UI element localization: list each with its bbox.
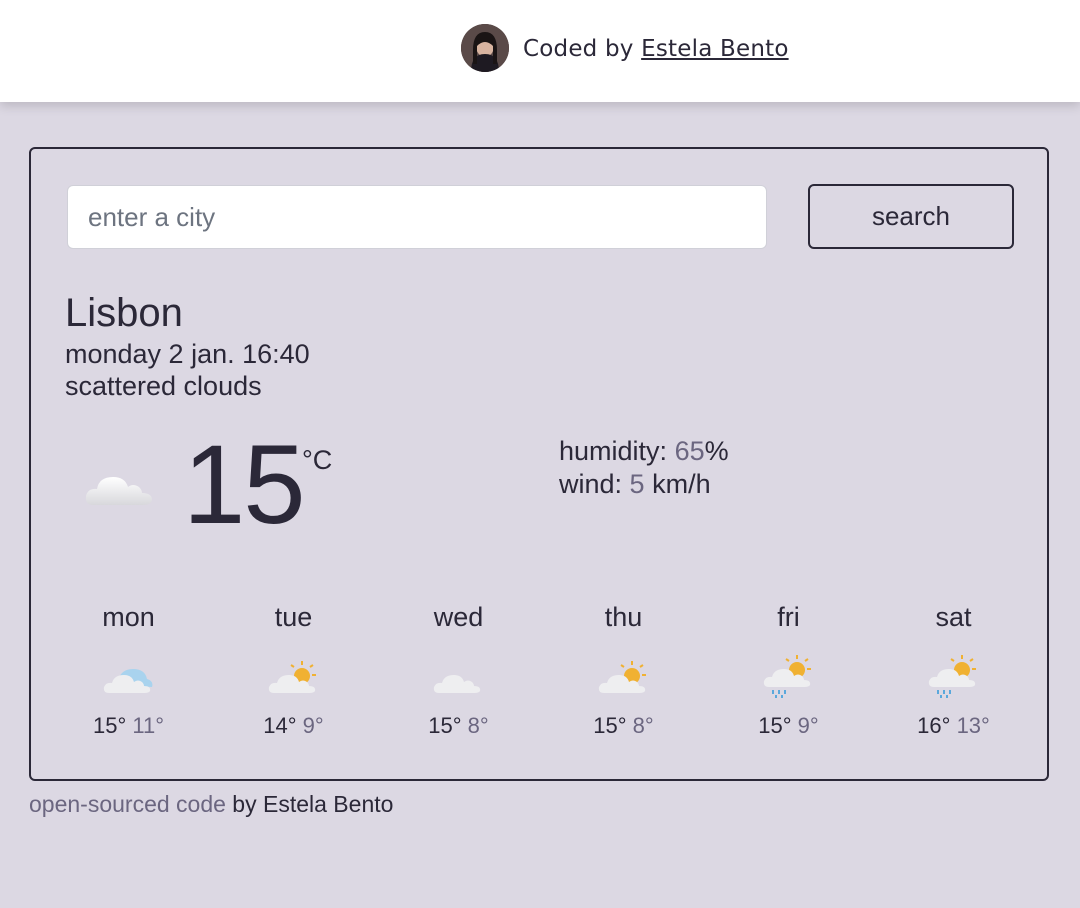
min-temp: 9° xyxy=(302,713,324,738)
weather-details: humidity: 65% wind: 5 km/h xyxy=(559,435,729,501)
cloud-icon xyxy=(433,675,480,693)
day-temps: 15° 8° xyxy=(541,713,706,739)
humidity-row: humidity: 65% xyxy=(559,435,729,468)
wind-row: wind: 5 km/h xyxy=(559,468,729,501)
search-button[interactable]: search xyxy=(808,184,1014,249)
city-name: Lisbon xyxy=(65,291,183,335)
forecast-day: fri 15° 9° xyxy=(706,599,871,749)
max-temp: 15° xyxy=(92,713,127,738)
footer-suffix: by Estela Bento xyxy=(225,791,394,817)
max-temp: 15° xyxy=(758,713,792,738)
min-temp: 8° xyxy=(467,713,489,738)
author-link[interactable]: Estela Bento xyxy=(641,36,788,62)
wind-unit: km/h xyxy=(652,469,711,499)
day-name: thu xyxy=(604,602,643,632)
sun-rain-icon xyxy=(763,655,811,698)
humidity-unit: % xyxy=(704,436,729,466)
top-bar: Coded by Estela Bento xyxy=(0,0,1080,102)
max-temp: 16° xyxy=(917,713,951,738)
forecast-day: thu 15° 8° xyxy=(541,599,706,749)
weather-card: search Lisbon monday 2 jan. 16:40 scatte… xyxy=(29,147,1049,781)
date-time: monday 2 jan. 16:40 xyxy=(65,339,310,369)
day-temps: 16° 13° xyxy=(871,713,1036,739)
cloud-icon xyxy=(85,477,152,505)
avatar xyxy=(461,24,509,72)
wind-label: wind: xyxy=(559,469,623,499)
weather-description: scattered clouds xyxy=(65,371,262,401)
forecast: mon 15° 11° tue 14° 9° wed 15° 8° thu 15… xyxy=(46,599,1036,749)
min-temp: 13° xyxy=(956,713,990,738)
day-name: mon xyxy=(102,602,155,632)
min-temp: 8° xyxy=(632,713,654,738)
credit-text: Coded by Estela Bento xyxy=(523,36,789,62)
max-temp: 14° xyxy=(263,713,297,738)
sun-cloud-icon xyxy=(268,661,316,693)
day-name: tue xyxy=(274,602,313,632)
source-code-link[interactable]: open-sourced code xyxy=(29,791,226,817)
sun-rain-icon xyxy=(928,655,976,698)
credit-prefix: Coded by xyxy=(523,36,634,62)
day-name: fri xyxy=(777,602,800,632)
day-temps: 14° 9° xyxy=(211,713,376,739)
min-temp: 9° xyxy=(797,713,819,738)
sun-cloud-icon xyxy=(598,661,646,693)
temperature-unit[interactable]: °C xyxy=(302,445,332,476)
humidity-label: humidity: xyxy=(559,436,668,466)
footer: open-sourced code by Estela Bento xyxy=(29,791,393,818)
cloud-blue-icon xyxy=(103,669,152,693)
day-temps: 15° 11° xyxy=(46,713,211,739)
day-name: wed xyxy=(433,602,484,632)
forecast-day: mon 15° 11° xyxy=(46,599,211,749)
current-temperature: 15 xyxy=(183,422,306,547)
forecast-day: tue 14° 9° xyxy=(211,599,376,749)
search-input[interactable] xyxy=(67,185,767,249)
max-temp: 15° xyxy=(593,713,627,738)
forecast-day: wed 15° 8° xyxy=(376,599,541,749)
forecast-day: sat 16° 13° xyxy=(871,599,1036,749)
day-temps: 15° 9° xyxy=(706,713,871,739)
max-temp: 15° xyxy=(428,713,462,738)
day-name: sat xyxy=(935,602,972,632)
day-temps: 15° 8° xyxy=(376,713,541,739)
wind-value: 5 xyxy=(629,469,645,499)
humidity-value: 65 xyxy=(674,436,705,466)
min-temp: 11° xyxy=(132,713,165,738)
